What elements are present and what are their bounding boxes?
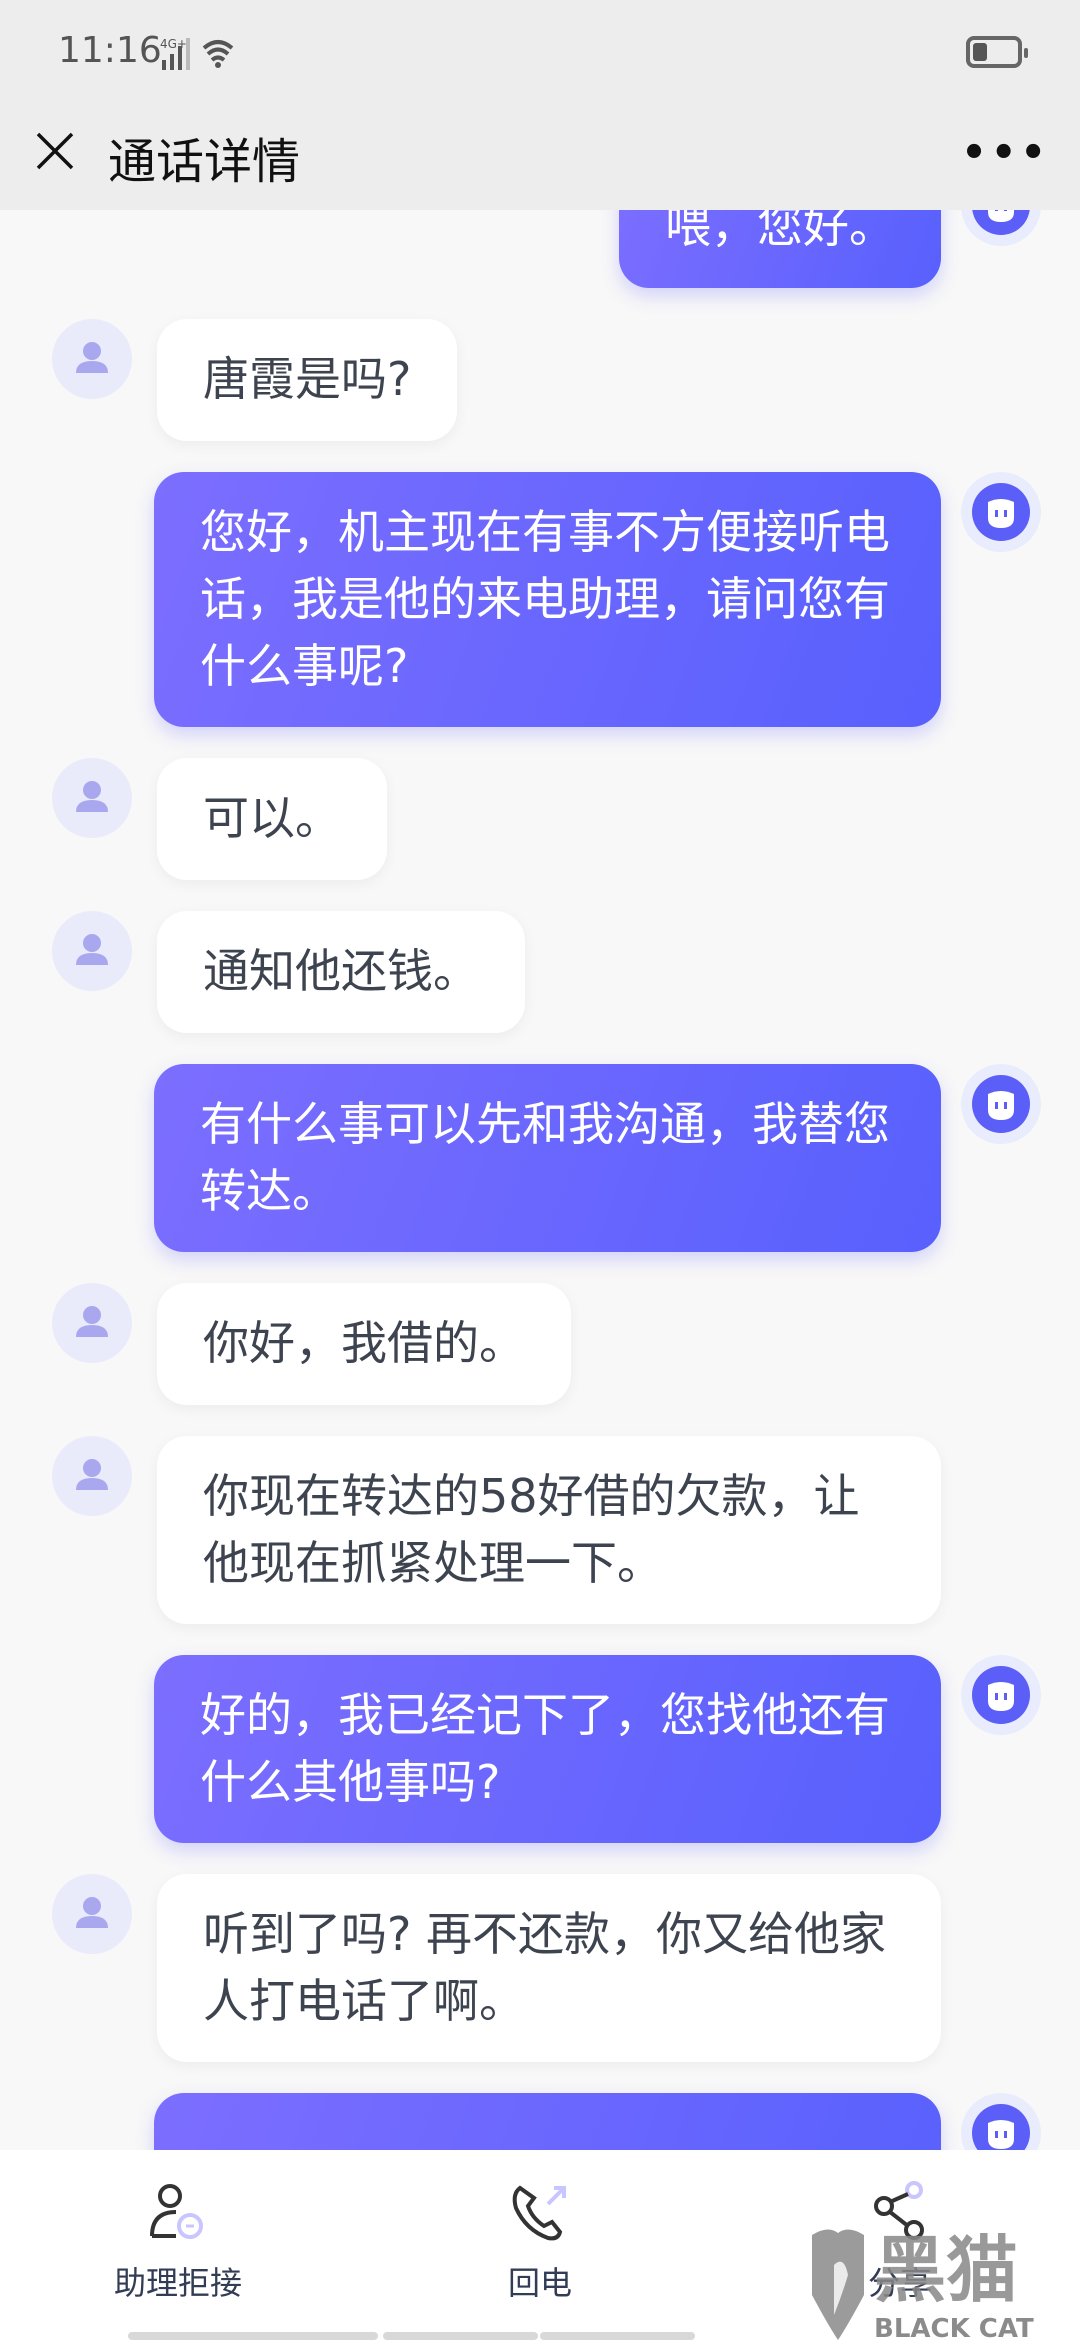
message-text: 听到了吗? 再不还款，你又给他家人打电话了啊。: [157, 1874, 941, 2062]
message-text: 好的，我已经记下了，您找他还有什么其他事吗?: [154, 1655, 941, 1843]
message-caller: 可以。: [0, 758, 1080, 880]
message-text: 有什么事可以先和我沟通，我替您转达。: [154, 1064, 941, 1252]
message-text: 唐霞是吗?: [157, 319, 458, 441]
close-icon[interactable]: [30, 126, 80, 176]
message-text: [154, 2093, 941, 2150]
message-text: 可以。: [157, 758, 387, 880]
message-text: 你好，我借的。: [157, 1283, 571, 1405]
home-indicator: [383, 2332, 538, 2340]
status-bar: 11:16 4G+: [0, 0, 1080, 110]
message-caller: 你好，我借的。: [0, 1283, 1080, 1405]
signal-icon: 4G+: [160, 37, 234, 70]
caller-avatar-icon: [52, 1874, 132, 1954]
message-assistant: 有什么事可以先和我沟通，我替您转达。: [0, 1064, 1080, 1252]
call-back-button[interactable]: 回电: [420, 2180, 660, 2304]
message-caller: 唐霞是吗?: [0, 319, 1080, 441]
call-back-label: 回电: [507, 2264, 572, 2302]
home-indicator: [128, 2332, 378, 2340]
caller-avatar-icon: [52, 319, 132, 399]
black-cat-watermark-logo: 黑猫 BLACK CAT: [812, 2228, 1034, 2340]
caller-avatar-icon: [52, 1283, 132, 1363]
home-indicator: [540, 2332, 695, 2340]
network-type: 4G+: [160, 37, 187, 51]
wifi-icon: [202, 40, 234, 62]
more-icon[interactable]: •••: [961, 130, 1050, 176]
message-caller: 通知他还钱。: [0, 911, 1080, 1033]
svg-text:黑猫: 黑猫: [874, 2228, 1018, 2312]
page-title: 通话详情: [108, 134, 301, 190]
svg-text:BLACK CAT: BLACK CAT: [874, 2314, 1034, 2340]
message-text: 喂，您好。: [619, 210, 941, 288]
assistant-avatar-icon: [961, 472, 1041, 552]
message-text: 你现在转达的58好借的欠款，让他现在抓紧处理一下。: [157, 1436, 941, 1624]
message-text: 通知他还钱。: [157, 911, 525, 1033]
caller-avatar-icon: [52, 1436, 132, 1516]
assistant-avatar-icon: [961, 1655, 1041, 1735]
user-reject-icon: [150, 2184, 203, 2239]
battery-icon: [966, 36, 1028, 68]
assistant-avatar-icon: [961, 210, 1041, 246]
assistant-reject-label: 助理拒接: [113, 2264, 242, 2302]
caller-avatar-icon: [52, 758, 132, 838]
message-assistant: 您好，机主现在有事不方便接听电话，我是他的来电助理，请问您有什么事呢?: [0, 472, 1080, 727]
caller-avatar-icon: [52, 911, 132, 991]
assistant-avatar-icon: [961, 2093, 1041, 2150]
message-assistant: [0, 2093, 1080, 2150]
chat-transcript[interactable]: 喂，您好。 唐霞是吗? 您好，机主现在有事不方便接听电话，我是他的来电助理，请问…: [0, 210, 1080, 2150]
message-caller: 你现在转达的58好借的欠款，让他现在抓紧处理一下。: [0, 1436, 1080, 1624]
status-time: 11:16: [58, 30, 162, 71]
message-caller: 听到了吗? 再不还款，你又给他家人打电话了啊。: [0, 1874, 1080, 2062]
message-assistant: 喂，您好。: [0, 210, 1080, 288]
assistant-avatar-icon: [961, 1064, 1041, 1144]
assistant-reject-button[interactable]: 助理拒接: [58, 2180, 298, 2304]
top-app-bar: 通话详情 •••: [0, 110, 1080, 210]
message-assistant: 好的，我已经记下了，您找他还有什么其他事吗?: [0, 1655, 1080, 1843]
message-text: 您好，机主现在有事不方便接听电话，我是他的来电助理，请问您有什么事呢?: [154, 472, 941, 727]
call-back-icon: [512, 2185, 566, 2241]
